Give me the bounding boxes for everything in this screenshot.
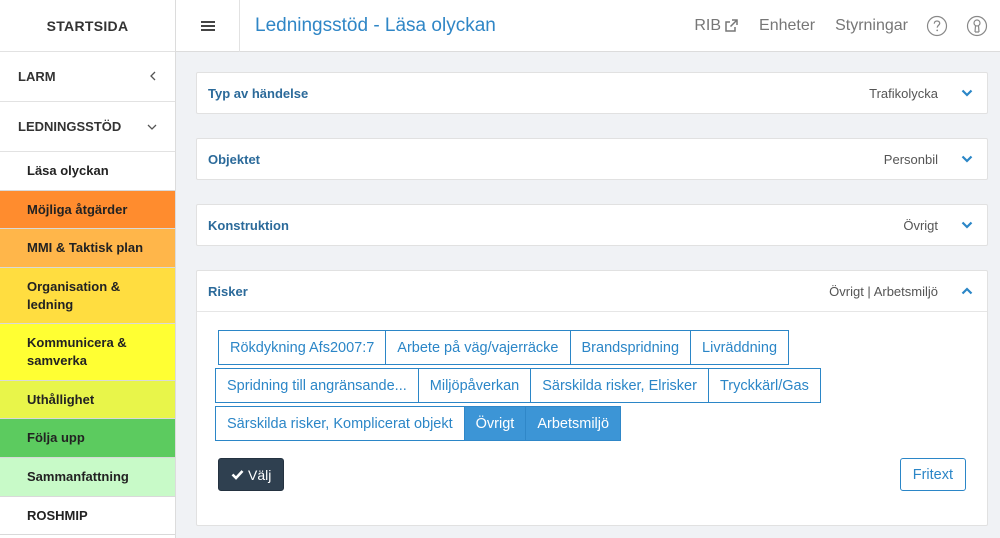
main-content: Typ av händelse Trafikolycka Objektet Pe… [196, 72, 988, 538]
panel-title: Objektet [208, 151, 261, 167]
sidebar-item-1[interactable]: Möjliga åtgärder [0, 190, 175, 230]
panel-konstruktion: Konstruktion Övrigt [196, 204, 988, 246]
sidebar-item-4[interactable]: Kommunicera & samverka [0, 324, 175, 381]
chevron-down-icon [960, 155, 974, 163]
risk-option-row: Spridning till angränsande... Miljöpåverk… [215, 368, 967, 403]
sidebar-section-label: LARM [18, 69, 56, 84]
risk-option-button[interactable]: Livräddning [690, 330, 790, 365]
sidebar-item-label: Sammanfattning [27, 468, 129, 484]
valj-button-label: Välj [248, 466, 272, 483]
chevron-up-icon [960, 287, 974, 295]
panel-header-konstruktion[interactable]: Konstruktion Övrigt [197, 205, 987, 245]
chevron-left-icon [149, 70, 157, 84]
risk-option-button[interactable]: Särskilda risker, Komplicerat objekt [215, 406, 465, 441]
panel-title: Risker [208, 283, 248, 299]
sidebar: STARTSIDA LARM LEDNINGSSTÖD Läsa olyckan… [0, 0, 176, 538]
styrningar-link[interactable]: Styrningar [835, 17, 908, 35]
risk-option-button[interactable]: Tryckkärl/Gas [707, 368, 821, 403]
risk-option-button[interactable]: Arbete på väg/vajerräcke [385, 330, 571, 365]
sidebar-item-label: Organisation & ledning [27, 278, 121, 312]
panel-header-objektet[interactable]: Objektet Personbil [197, 139, 987, 179]
sidebar-section-larm[interactable]: LARM [0, 52, 175, 102]
chevron-down-icon [147, 120, 157, 134]
top-bar: Ledningsstöd - Läsa olyckan RIB Enheter … [176, 0, 1000, 52]
risk-option-button[interactable]: Brandspridning [569, 330, 692, 365]
panel-header-risker[interactable]: Risker Övrigt | Arbetsmiljö [197, 271, 987, 311]
page-title: Ledningsstöd - Läsa olyckan [255, 15, 496, 36]
hamburger-icon [200, 21, 215, 31]
check-icon [231, 470, 244, 480]
sidebar-item-6[interactable]: Följa upp [0, 419, 175, 458]
risk-option-button[interactable]: Övrigt [463, 406, 527, 441]
risk-option-row: Särskilda risker, Komplicerat objekt Övri… [215, 406, 967, 441]
panel-title: Konstruktion [208, 217, 289, 233]
sidebar-item-8[interactable]: ROSHMIP [0, 496, 175, 536]
rib-link[interactable]: RIB [694, 17, 739, 35]
sidebar-item-7[interactable]: Sammanfattning [0, 457, 175, 497]
risk-option-button[interactable]: Rökdykning Afs2007:7 [218, 330, 387, 365]
panel-objektet: Objektet Personbil [196, 138, 988, 180]
sidebar-brand-startsida[interactable]: STARTSIDA [0, 0, 175, 52]
chevron-down-icon [960, 221, 974, 229]
help-button[interactable] [926, 15, 948, 37]
sidebar-item-5[interactable]: Uthållighet [0, 380, 175, 420]
panel-value: Övrigt [903, 217, 938, 233]
risk-option-button[interactable]: Särskilda risker, Elrisker [530, 368, 709, 403]
sidebar-section-label: LEDNINGSSTÖD [18, 119, 122, 134]
sidebar-item-label: Möjliga åtgärder [27, 201, 128, 217]
panel-risker: Risker Övrigt | Arbetsmiljö Rökdykning A… [196, 270, 988, 526]
sidebar-item-3[interactable]: Organisation & ledning [0, 267, 175, 325]
valj-button[interactable]: Välj [218, 458, 285, 491]
sidebar-item-label: Kommunicera & samverka [27, 335, 127, 369]
sidebar-item-label: Följa upp [27, 430, 85, 446]
risk-option-button[interactable]: Arbetsmiljö [525, 406, 622, 441]
risker-options: Rökdykning Afs2007:7 Arbete på väg/vajerr… [197, 311, 987, 525]
chevron-down-icon [960, 89, 974, 97]
sidebar-item-2[interactable]: MMI & Taktisk plan [0, 229, 175, 268]
sidebar-item-label: Uthållighet [27, 391, 95, 407]
panel-title: Typ av händelse [208, 85, 309, 101]
user-circle-icon [966, 15, 988, 37]
rib-link-label: RIB [694, 17, 722, 34]
sidebar-item-label: MMI & Taktisk plan [27, 240, 144, 256]
enheter-link[interactable]: Enheter [759, 17, 815, 35]
panel-value: Övrigt | Arbetsmiljö [829, 283, 938, 299]
risk-option-button[interactable]: Miljöpåverkan [417, 368, 532, 403]
question-circle-icon [926, 15, 948, 37]
risk-option-row: Rökdykning Afs2007:7 Arbete på väg/vajerr… [218, 330, 967, 365]
sidebar-item-label: Läsa olyckan [27, 163, 109, 179]
panel-header-typ-av-handelse[interactable]: Typ av händelse Trafikolycka [197, 73, 987, 113]
risk-option-button[interactable]: Spridning till angränsande... [215, 368, 419, 403]
external-link-icon [725, 19, 738, 32]
sidebar-item-0[interactable]: Läsa olyckan [0, 152, 175, 191]
panel-typ-av-handelse: Typ av händelse Trafikolycka [196, 72, 988, 114]
menu-toggle-button[interactable] [176, 0, 240, 52]
user-button[interactable] [966, 15, 988, 37]
sidebar-item-label: ROSHMIP [27, 507, 88, 523]
sidebar-section-ledningsstod[interactable]: LEDNINGSSTÖD [0, 102, 175, 152]
panel-value: Trafikolycka [869, 85, 938, 101]
fritext-button[interactable]: Fritext [899, 458, 966, 491]
panel-value: Personbil [883, 151, 938, 167]
